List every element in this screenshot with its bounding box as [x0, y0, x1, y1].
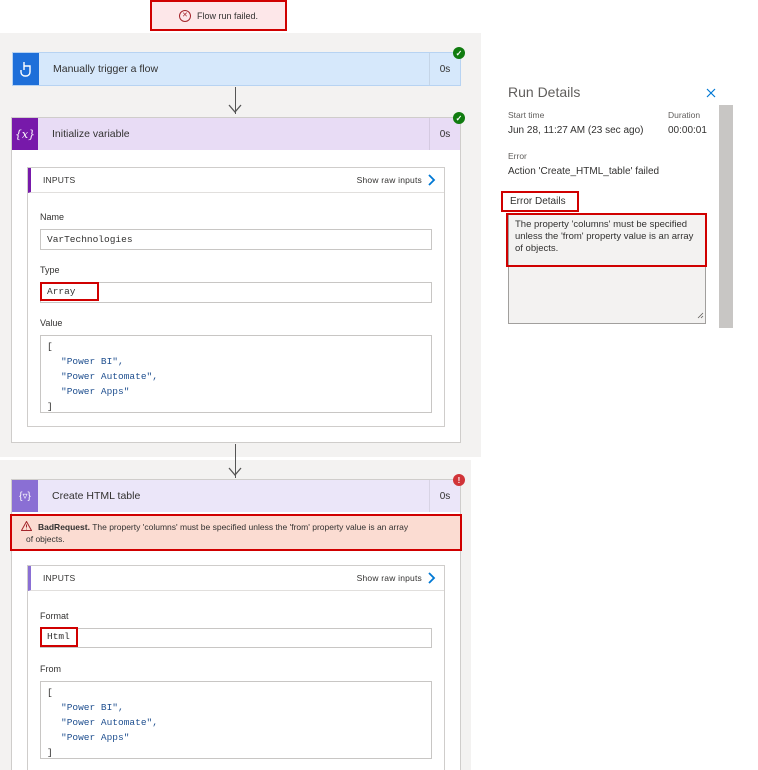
type-label: Type: [40, 265, 60, 275]
variable-icon: {x}: [12, 118, 38, 150]
run-details-title: Run Details: [508, 84, 581, 100]
scrollbar-track[interactable]: [719, 105, 733, 328]
chevron-right-icon: [428, 174, 436, 186]
error-value: Action 'Create_HTML_table' failed: [508, 166, 660, 177]
code-line: "Power Automate",: [61, 371, 158, 382]
code-line: [: [47, 687, 53, 698]
error-text: The property 'columns' must be specified…: [92, 522, 409, 532]
start-time-label: Start time: [508, 110, 545, 120]
flow-failed-banner: ✕ Flow run failed.: [150, 0, 287, 31]
data-operation-icon: {▿}: [12, 480, 38, 512]
resize-handle-icon[interactable]: [697, 311, 704, 322]
trigger-step[interactable]: Manually trigger a flow 0s: [12, 52, 461, 86]
banner-text: Flow run failed.: [196, 10, 259, 21]
chevron-right-icon: [428, 572, 436, 584]
duration-value: 00:00:01: [668, 125, 707, 136]
from-code-block: [ "Power BI", "Power Automate", "Power A…: [40, 681, 432, 759]
success-check-icon: ✓: [453, 112, 465, 124]
arrow-down-icon: [228, 104, 242, 114]
create-html-table-header[interactable]: {▿} Create HTML table 0s: [12, 480, 460, 512]
name-field: VarTechnologies: [40, 229, 432, 250]
code-line: ]: [47, 401, 53, 412]
value-code-block: [ "Power BI", "Power Automate", "Power A…: [40, 335, 432, 413]
step-title: Manually trigger a flow: [53, 63, 159, 75]
error-circle-icon: ✕: [178, 9, 191, 22]
type-value-highlight: Array: [40, 282, 99, 301]
format-field: [40, 628, 432, 648]
arrow-down-icon: [228, 467, 242, 477]
error-details-text: The property 'columns' must be specified…: [506, 213, 707, 267]
run-details-panel: Run Details Start time Jun 28, 11:27 AM …: [500, 78, 740, 338]
inputs-label: INPUTS: [43, 573, 76, 583]
show-raw-inputs-link[interactable]: Show raw inputs: [357, 572, 436, 584]
code-line: "Power Automate",: [61, 717, 158, 728]
error-text-continued: of objects.: [26, 534, 65, 544]
code-line: "Power Apps": [61, 386, 130, 397]
close-icon[interactable]: [706, 88, 716, 98]
warning-icon: [20, 520, 33, 534]
name-label: Name: [40, 212, 65, 222]
show-raw-inputs-link[interactable]: Show raw inputs: [357, 174, 436, 186]
inputs-label: INPUTS: [43, 175, 76, 185]
show-raw-label: Show raw inputs: [356, 573, 422, 583]
from-label: From: [40, 664, 61, 674]
error-code: BadRequest.: [38, 522, 90, 532]
duration-label: Duration: [668, 110, 701, 120]
start-time-value: Jun 28, 11:27 AM (23 sec ago): [508, 125, 644, 136]
error-label: Error: [508, 151, 527, 161]
error-details-label: Error Details: [501, 191, 579, 212]
code-line: "Power BI",: [61, 702, 124, 713]
step-title: Initialize variable: [52, 128, 130, 140]
initialize-variable-header[interactable]: {x} Initialize variable 0s: [12, 118, 460, 150]
format-value-highlight: Html: [40, 627, 78, 647]
code-line: ]: [47, 747, 53, 758]
format-label: Format: [40, 611, 69, 621]
step-title: Create HTML table: [52, 490, 141, 502]
code-line: [: [47, 341, 53, 352]
error-message-bar: BadRequest. The property 'columns' must …: [10, 514, 462, 551]
show-raw-label: Show raw inputs: [356, 175, 422, 185]
code-line: "Power Apps": [61, 732, 130, 743]
code-line: "Power BI",: [61, 356, 124, 367]
value-label: Value: [40, 318, 63, 328]
error-exclamation-icon: !: [453, 474, 465, 486]
success-check-icon: ✓: [453, 47, 465, 59]
hand-pointer-icon: [13, 53, 39, 85]
